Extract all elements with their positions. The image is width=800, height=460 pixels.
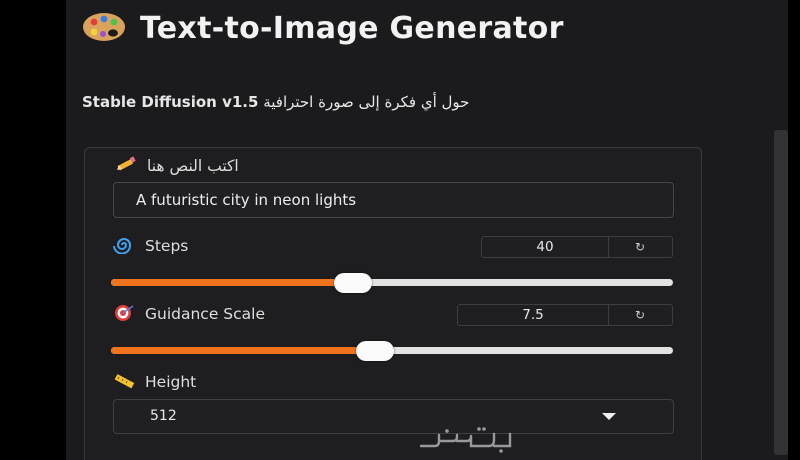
prompt-label-text: اكتب النص هنا bbox=[147, 157, 239, 175]
height-label: Height bbox=[113, 372, 196, 391]
height-dropdown[interactable]: 512 bbox=[113, 399, 674, 434]
guidance-value: 7.5 bbox=[522, 307, 544, 323]
subtitle-text: حول أي فكرة إلى صورة احترافية bbox=[263, 93, 470, 111]
right-letterbox bbox=[788, 0, 800, 460]
steps-slider[interactable] bbox=[111, 272, 673, 294]
steps-value: 40 bbox=[536, 239, 554, 255]
cyclone-icon bbox=[113, 238, 131, 254]
scrollbar[interactable] bbox=[774, 130, 788, 455]
steps-reset-button[interactable]: ↻ bbox=[608, 237, 672, 257]
guidance-slider[interactable] bbox=[111, 340, 673, 362]
guidance-slider-thumb[interactable] bbox=[356, 341, 395, 361]
app-container: Text-to-Image Generator Stable Diffusion… bbox=[66, 0, 788, 460]
steps-label: Steps bbox=[113, 236, 188, 255]
model-name: Stable Diffusion v1.5 bbox=[82, 93, 259, 111]
guidance-slider-fill bbox=[111, 347, 376, 354]
prompt-label: اكتب النص هنا bbox=[115, 156, 239, 175]
guidance-label: Guidance Scale bbox=[113, 304, 265, 323]
ruler-icon bbox=[114, 374, 135, 389]
steps-slider-fill bbox=[111, 279, 353, 286]
guidance-reset-button[interactable]: ↻ bbox=[608, 305, 672, 325]
logo-watermark bbox=[419, 427, 512, 453]
chevron-down-icon bbox=[602, 413, 616, 420]
settings-panel: اكتب النص هنا Steps 40 ↻ Guidance Scale bbox=[84, 147, 702, 460]
steps-number-input[interactable]: 40 ↻ bbox=[481, 236, 673, 258]
guidance-number-input[interactable]: 7.5 ↻ bbox=[457, 304, 673, 326]
height-label-text: Height bbox=[145, 373, 197, 391]
target-icon bbox=[115, 305, 134, 321]
page-title-text: Text-to-Image Generator bbox=[140, 11, 564, 46]
page-title: Text-to-Image Generator bbox=[82, 12, 702, 45]
height-selected-value: 512 bbox=[150, 408, 177, 424]
prompt-input[interactable] bbox=[113, 182, 674, 218]
palette-icon bbox=[83, 13, 125, 41]
steps-slider-thumb[interactable] bbox=[333, 273, 372, 293]
page-subtitle: Stable Diffusion v1.5 حول أي فكرة إلى صو… bbox=[82, 90, 642, 114]
guidance-label-text: Guidance Scale bbox=[145, 305, 265, 323]
steps-label-text: Steps bbox=[145, 237, 189, 255]
left-letterbox bbox=[0, 0, 66, 460]
pencil-icon bbox=[117, 156, 136, 171]
